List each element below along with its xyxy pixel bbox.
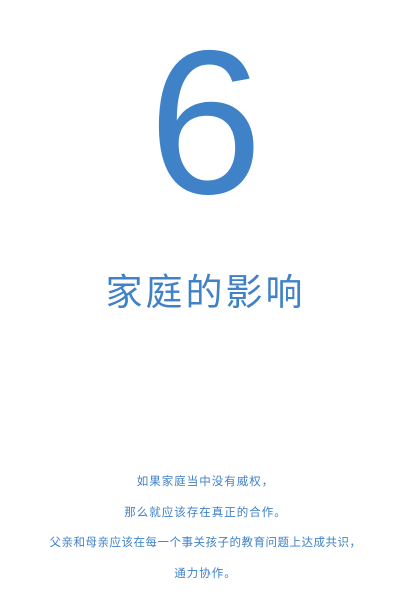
epigraph-line: 如果家庭当中没有威权， [136, 474, 275, 488]
epigraph-line: 通力协作。 [174, 565, 237, 580]
chapter-epigraph: 如果家庭当中没有威权， 那么就应该存在真正的合作。 父亲和母亲应该在每一个事关孩… [0, 466, 411, 588]
chapter-page: 6 家庭的影响 如果家庭当中没有威权， 那么就应该存在真正的合作。 父亲和母亲应… [0, 0, 411, 616]
chapter-number: 6 [148, 8, 263, 237]
epigraph-line: 那么就应该存在真正的合作。 [124, 504, 287, 519]
epigraph-line: 父亲和母亲应该在每一个事关孩子的教育问题上达成共识， [49, 535, 362, 549]
chapter-title: 家庭的影响 [105, 271, 306, 314]
